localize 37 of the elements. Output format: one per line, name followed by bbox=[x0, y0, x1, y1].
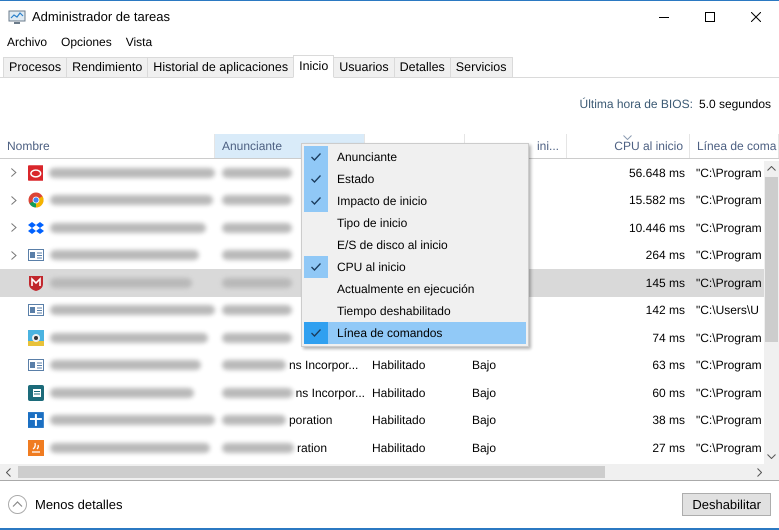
table-cell-text: 142 ms bbox=[644, 303, 686, 318]
table-cell-text: "C:\Program bbox=[695, 276, 763, 290]
table-cell-text: "C:\Program bbox=[695, 248, 763, 262]
table-cell-text: Habilitado bbox=[371, 413, 426, 428]
table-cell-text: 264 ms bbox=[644, 248, 686, 262]
table-cell-text: "C:\Program bbox=[695, 440, 763, 455]
table-cell: ns Incorpor... bbox=[289, 358, 358, 372]
table-cell-text: Habilitado bbox=[371, 386, 426, 400]
table-cell-text: 27 ms bbox=[651, 440, 686, 455]
table-cell-text: 60 ms bbox=[651, 386, 686, 400]
bios-time-label: Última hora de BIOS: bbox=[580, 97, 693, 113]
table-cell-text: Bajo bbox=[471, 413, 498, 428]
table-cell-text: Bajo bbox=[471, 386, 498, 400]
table-cell-text: "C:\Program bbox=[695, 386, 763, 400]
table-cell-text: 15.582 ms bbox=[628, 193, 686, 208]
table-cell: poration bbox=[289, 413, 332, 428]
table-cell-text: 74 ms bbox=[651, 330, 686, 345]
table-cell-text: Habilitado bbox=[371, 440, 426, 455]
table-cell-text: 63 ms bbox=[651, 358, 686, 372]
table-cell-text: Bajo bbox=[471, 358, 498, 372]
table-cell-text: "C:\Program bbox=[695, 166, 763, 180]
table-cell: ns Incorpor... bbox=[296, 386, 365, 400]
table-cell-text: "C:\Users\U bbox=[695, 303, 760, 318]
table-cell: ration bbox=[297, 440, 328, 455]
table-cell-text: "C:\Program bbox=[695, 413, 763, 428]
window-title: Administrador de tareas bbox=[32, 9, 172, 24]
bios-time-value: 5.0 segundos bbox=[698, 97, 771, 113]
table-cell-text: 10.446 ms bbox=[628, 220, 686, 235]
table-cell-text: "C:\Program bbox=[695, 330, 763, 345]
table-cell-text: 38 ms bbox=[651, 413, 686, 428]
table-cell-text: "C:\Program bbox=[695, 193, 763, 208]
table-cell-text: Bajo bbox=[471, 440, 498, 455]
table-cell-text: 56.648 ms bbox=[628, 166, 686, 180]
table-cell-text: "C:\Program bbox=[695, 358, 763, 372]
table-cell-text: "C:\Program bbox=[695, 220, 763, 235]
table-cell-text: 145 ms bbox=[644, 276, 686, 290]
table-cell-text: Habilitado bbox=[371, 358, 426, 372]
